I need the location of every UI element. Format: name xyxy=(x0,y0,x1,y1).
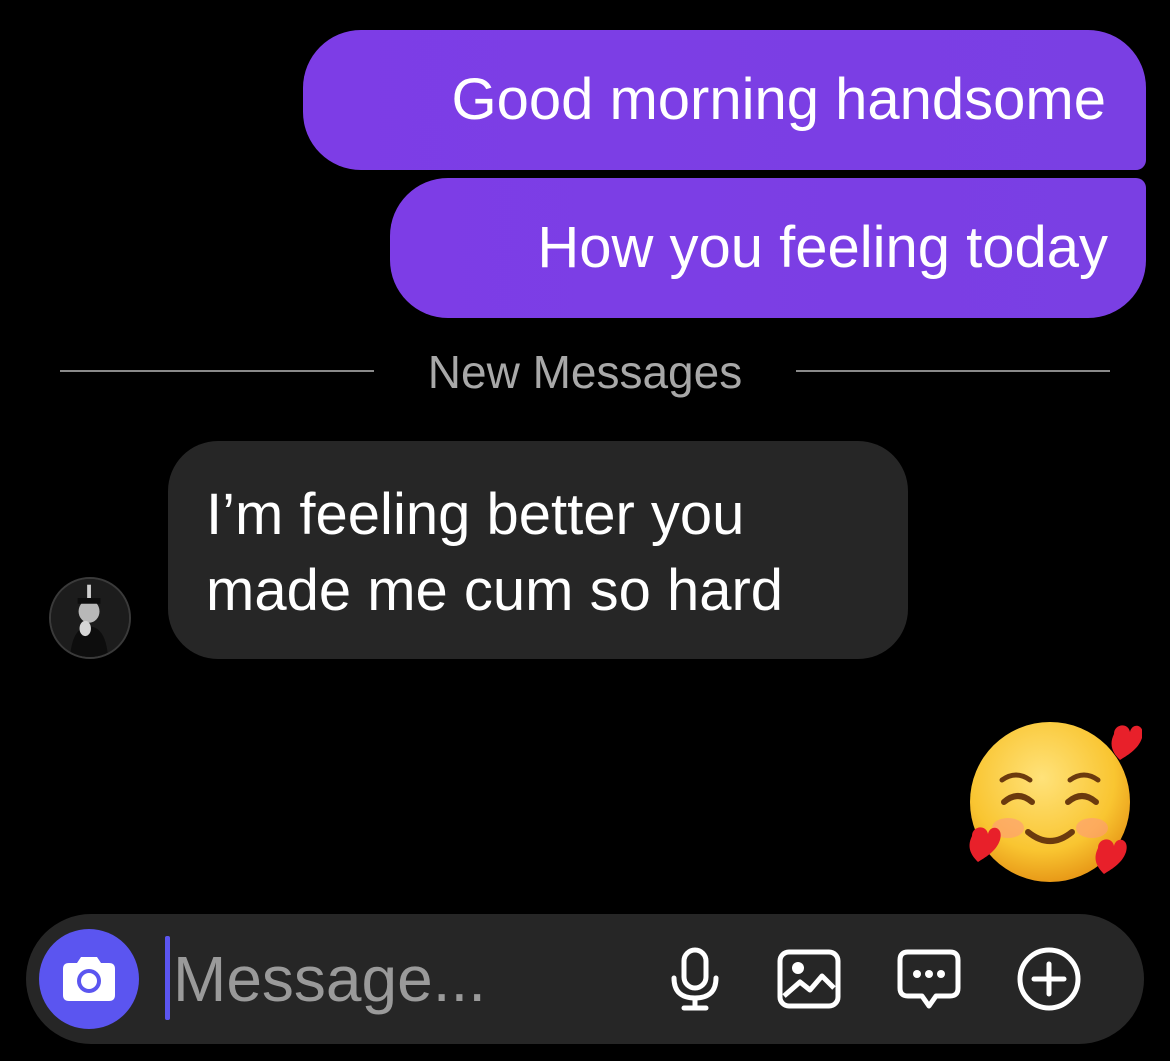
plus-icon xyxy=(1017,947,1081,1011)
sticker-icon xyxy=(897,949,961,1009)
divider-line xyxy=(60,370,374,372)
message-text: Good morning handsome xyxy=(451,67,1106,132)
received-message-bubble[interactable]: I’m feeling better you made me cum so ha… xyxy=(168,441,908,659)
camera-icon xyxy=(63,957,115,1001)
message-text-line: made me cum so hard xyxy=(206,558,784,623)
camera-button[interactable] xyxy=(39,929,139,1029)
smiling-face-with-hearts-emoji[interactable] xyxy=(958,716,1143,892)
sent-message-bubble[interactable]: How you feeling today xyxy=(390,178,1146,318)
gallery-button[interactable] xyxy=(776,946,842,1012)
message-composer xyxy=(26,914,1144,1044)
text-cursor xyxy=(165,936,170,1020)
plus-button[interactable] xyxy=(1016,946,1082,1012)
microphone-button[interactable] xyxy=(662,946,728,1012)
divider-line xyxy=(796,370,1110,372)
new-messages-divider: New Messages xyxy=(427,346,743,398)
microphone-icon xyxy=(671,947,719,1011)
gallery-icon xyxy=(777,949,841,1009)
message-input[interactable] xyxy=(173,934,613,1024)
avatar-photo xyxy=(51,579,129,657)
sent-message-bubble[interactable]: Good morning handsome xyxy=(303,30,1146,170)
message-text-line: I’m feeling better you xyxy=(206,482,745,547)
sticker-button[interactable] xyxy=(896,946,962,1012)
avatar[interactable] xyxy=(49,577,131,659)
message-text: How you feeling today xyxy=(537,215,1108,280)
